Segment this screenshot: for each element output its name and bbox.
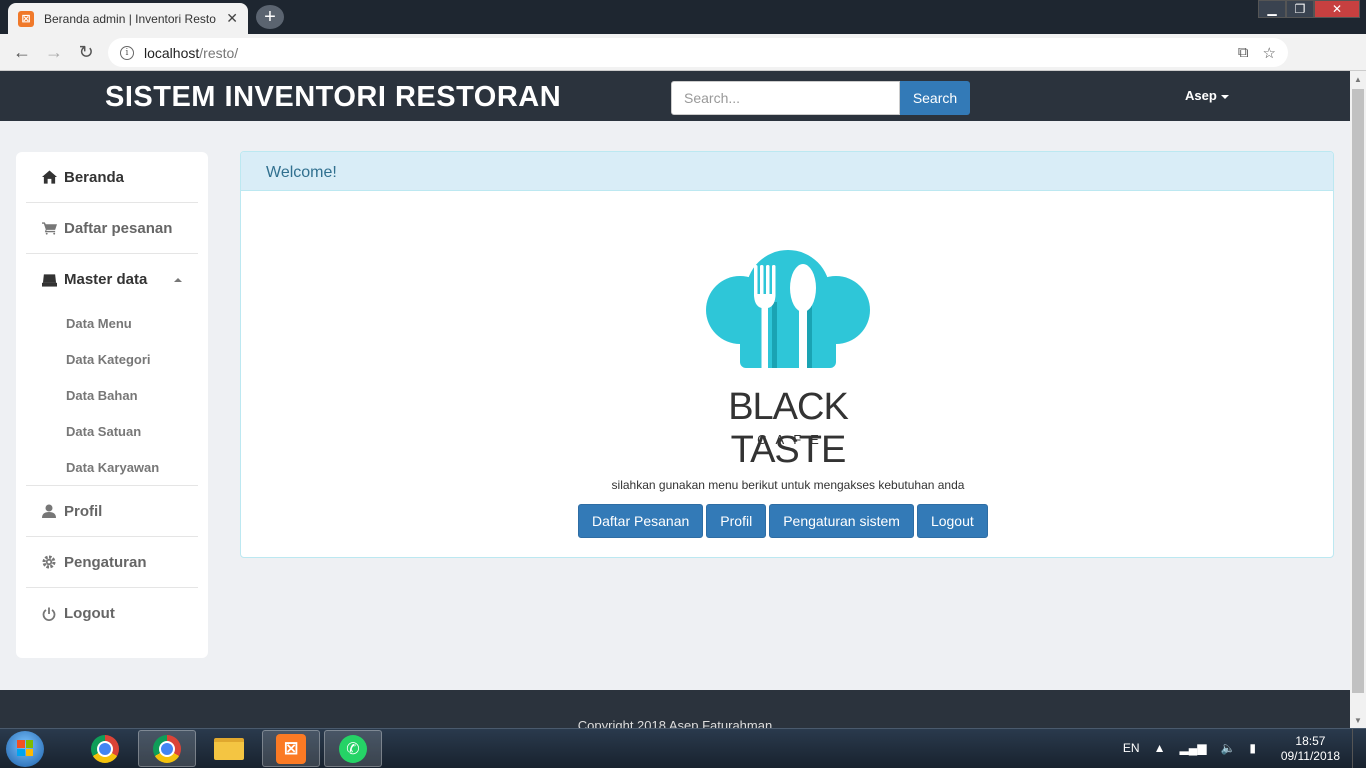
chrome-icon — [91, 734, 119, 763]
window-controls: ▁ ❐ ✕ — [1258, 0, 1360, 18]
info-icon[interactable]: i — [120, 45, 134, 60]
gear-icon — [40, 555, 58, 569]
scroll-up-icon[interactable]: ▲ — [1350, 71, 1366, 87]
master-data-submenu: Data Menu Data Kategori Data Bahan Data … — [26, 305, 198, 486]
cart-icon — [40, 221, 58, 235]
address-bar: ← → ↻ i localhost/resto/ ⧉ ☆ ⋮ — [0, 34, 1366, 96]
start-button[interactable] — [6, 731, 44, 767]
url-host: localhost — [144, 44, 200, 61]
tab-title: Beranda admin | Inventori Resto — [44, 11, 216, 26]
sidebar-item-label: Logout — [64, 605, 115, 622]
language-indicator[interactable]: EN — [1123, 741, 1140, 755]
search-button[interactable]: Search — [900, 81, 970, 115]
sidebar-item-label: Pengaturan — [64, 553, 147, 571]
forward-icon[interactable]: → — [38, 42, 70, 63]
sidebar: Beranda Daftar pesanan Master data Data … — [16, 152, 208, 658]
caret-up-icon — [174, 278, 182, 282]
sidebar-item-logout[interactable]: Logout — [26, 588, 198, 639]
taskbar-chrome-active[interactable] — [138, 730, 196, 767]
site-brand[interactable]: SISTEM INVENTORI RESTORAN — [105, 81, 561, 114]
taskbar-explorer[interactable] — [200, 730, 258, 767]
bookmark-star-icon[interactable]: ☆ — [1263, 44, 1276, 62]
taskbar-chrome-pinned[interactable] — [76, 730, 134, 767]
web-page: SISTEM INVENTORI RESTORAN Search Asep Be… — [0, 71, 1350, 728]
hdd-icon — [40, 273, 58, 287]
submenu-item-data-karyawan[interactable]: Data Karyawan — [26, 449, 198, 485]
user-name: Asep — [1185, 88, 1217, 103]
taskbar-xampp[interactable]: ⊠ — [262, 730, 320, 767]
site-header: SISTEM INVENTORI RESTORAN Search Asep — [0, 71, 1350, 121]
submenu-item-data-kategori[interactable]: Data Kategori — [26, 341, 198, 377]
taskbar-whatsapp[interactable]: ✆ — [324, 730, 382, 767]
sidebar-item-label: Master data — [64, 271, 148, 288]
logo-title: BLACK TASTE — [728, 386, 849, 471]
new-tab-button[interactable]: + — [256, 5, 284, 29]
caret-down-icon — [1220, 94, 1229, 99]
restore-icon[interactable]: ❐ — [1286, 0, 1314, 18]
browser-tab[interactable]: ⊠ Beranda admin | Inventori Resto ✕ — [8, 3, 248, 34]
windows-logo-icon — [17, 740, 33, 756]
sidebar-item-label: Daftar pesanan — [64, 219, 173, 237]
volume-icon[interactable]: 🔈 — [1220, 741, 1235, 755]
battery-icon[interactable]: ▮ — [1249, 741, 1256, 755]
back-icon[interactable]: ← — [6, 42, 38, 63]
sidebar-item-pengaturan[interactable]: Pengaturan — [26, 537, 198, 588]
welcome-panel: Welcome! BLACK TASTE CAFE silahkan gunak… — [240, 151, 1334, 558]
site-footer: Copyright 2018 Asep Faturahman — [0, 690, 1350, 728]
windows-taskbar: ⊠ ✆ EN ▲ ▂▄▆ 🔈 ▮ 18:57 09/11/2018 — [0, 728, 1366, 768]
url-path: /resto/ — [199, 44, 239, 61]
browser-tab-bar: ⊠ Beranda admin | Inventori Resto ✕ + ▁ … — [0, 0, 1366, 34]
clock-time: 18:57 — [1295, 734, 1326, 748]
system-clock[interactable]: 18:57 09/11/2018 — [1281, 734, 1340, 764]
submenu-item-data-bahan[interactable]: Data Bahan — [26, 377, 198, 413]
url-field[interactable]: i localhost/resto/ ⧉ ☆ — [108, 38, 1288, 67]
daftar-pesanan-button[interactable]: Daftar Pesanan — [578, 504, 704, 538]
user-icon — [40, 504, 58, 518]
footer-copyright: Copyright 2018 Asep Faturahman — [577, 718, 773, 728]
submenu-item-data-menu[interactable]: Data Menu — [26, 305, 198, 341]
xampp-icon: ⊠ — [276, 733, 306, 764]
chef-hat-logo-icon — [706, 250, 870, 368]
power-icon — [40, 607, 58, 621]
tray-expand-icon[interactable]: ▲ — [1154, 741, 1166, 755]
page-scrollbar[interactable]: ▲ ▼ — [1350, 71, 1366, 728]
submenu-item-data-satuan[interactable]: Data Satuan — [26, 413, 198, 449]
network-icon[interactable]: ▂▄▆ — [1179, 741, 1206, 755]
folder-icon — [214, 737, 244, 760]
xampp-favicon-icon: ⊠ — [18, 10, 34, 27]
tab-close-icon[interactable]: ✕ — [226, 10, 238, 27]
minimize-icon[interactable]: ▁ — [1258, 0, 1286, 18]
sidebar-item-label: Beranda — [64, 168, 125, 186]
clock-date: 09/11/2018 — [1280, 749, 1340, 763]
sidebar-item-label: Profil — [64, 502, 103, 520]
user-dropdown[interactable]: Asep — [1185, 88, 1229, 103]
sidebar-item-profil[interactable]: Profil — [26, 486, 198, 537]
panel-heading: Welcome! — [241, 152, 1333, 191]
window-close-icon[interactable]: ✕ — [1314, 0, 1360, 18]
sidebar-item-master-data[interactable]: Master data — [26, 254, 198, 305]
scrollbar-thumb[interactable] — [1352, 89, 1364, 693]
chrome-icon — [153, 734, 181, 763]
system-tray: EN ▲ ▂▄▆ 🔈 ▮ — [1123, 741, 1256, 755]
welcome-caption: silahkan gunakan menu berikut untuk meng… — [611, 478, 965, 492]
logout-button[interactable]: Logout — [916, 504, 988, 538]
sidebar-item-beranda[interactable]: Beranda — [26, 152, 198, 203]
profil-button[interactable]: Profil — [706, 504, 767, 538]
scroll-down-icon[interactable]: ▼ — [1350, 712, 1366, 728]
sidebar-item-daftar-pesanan[interactable]: Daftar pesanan — [26, 203, 198, 254]
reload-icon[interactable]: ↻ — [70, 42, 102, 63]
search-input[interactable] — [671, 81, 900, 115]
quick-menu-buttons: Daftar Pesanan Profil Pengaturan sistem … — [578, 504, 988, 538]
home-icon — [40, 170, 58, 184]
logo-subtitle: CAFE — [757, 432, 828, 447]
whatsapp-icon: ✆ — [339, 734, 367, 763]
translate-icon[interactable]: ⧉ — [1238, 44, 1249, 62]
show-desktop-button[interactable] — [1352, 729, 1366, 768]
pengaturan-sistem-button[interactable]: Pengaturan sistem — [769, 504, 914, 538]
black-taste-logo: BLACK TASTE CAFE — [677, 240, 899, 471]
